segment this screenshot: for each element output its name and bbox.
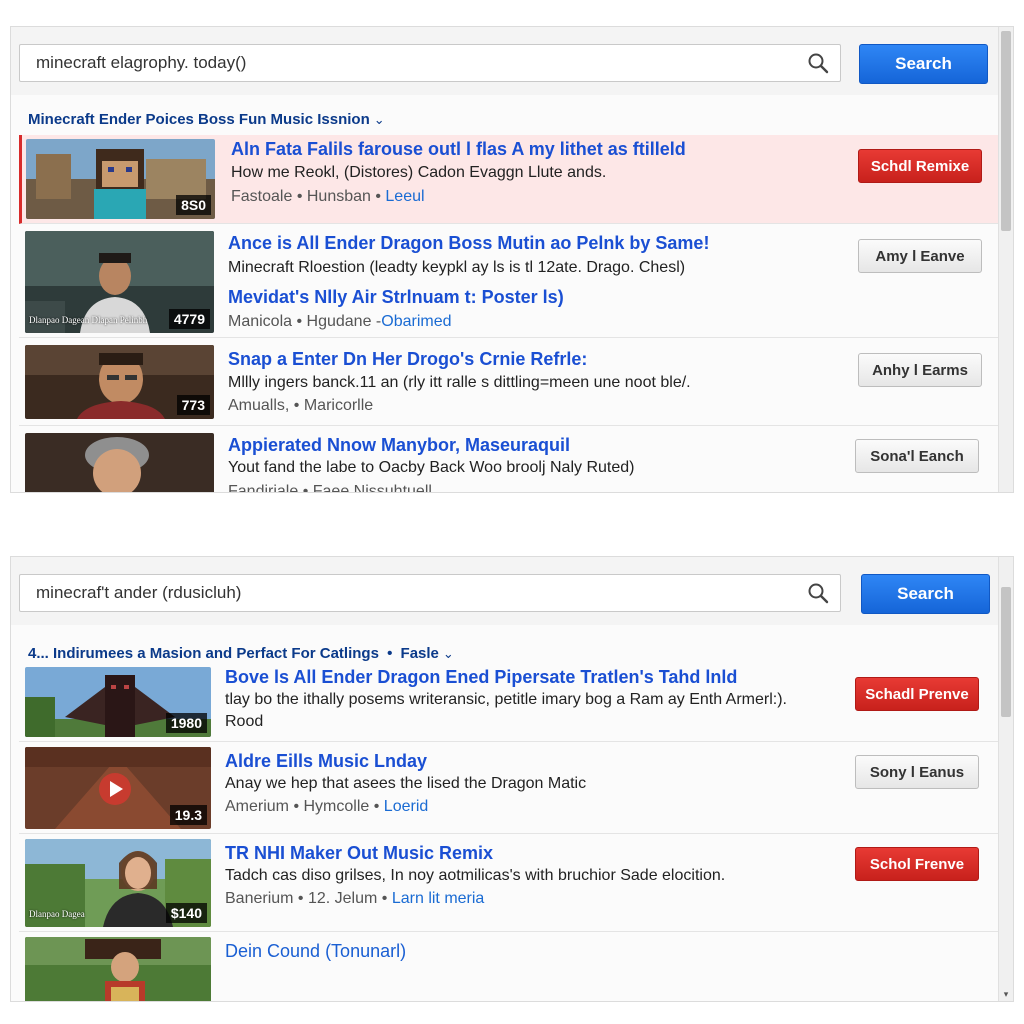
video-duration: 19.3 xyxy=(169,805,207,825)
video-thumbnail[interactable]: 8S0 xyxy=(26,139,215,219)
result-title[interactable]: Aln Fata Falils farouse outl l flas A my… xyxy=(231,139,686,160)
result-row[interactable]: Appierated Nnow Manybor, Maseuraquil You… xyxy=(19,429,999,493)
result-title[interactable]: Snap a Enter Dn Her Drogo's Crnie Refrle… xyxy=(228,349,587,370)
result-meta: Manicola • Hgudane -Obarimed xyxy=(228,313,452,331)
result-action-button[interactable]: Sony l Eanus xyxy=(855,755,979,789)
result-channel: Amerium • Hymcolle • xyxy=(225,798,380,815)
video-thumbnail[interactable]: Dlanpao Dagean Dlapan Pelinbh 4779 xyxy=(25,231,214,333)
video-duration: 773 xyxy=(176,395,210,415)
scrollbar[interactable] xyxy=(998,27,1013,492)
results-panel-top: Search Minecraft Ender Poices Boss Fun M… xyxy=(10,26,1014,493)
results-panel-bottom: Search 4... Indirumees a Masion and Perf… xyxy=(10,556,1014,1002)
search-input[interactable] xyxy=(19,574,841,612)
result-action-button[interactable]: Schol Frenve xyxy=(855,847,979,881)
result-title[interactable]: TR NHI Maker Out Music Remix xyxy=(225,843,493,864)
result-title[interactable]: Bove ls All Ender Dragon Ened Pipersate … xyxy=(225,667,737,688)
search-icon[interactable] xyxy=(807,52,829,74)
result-row[interactable]: Dlanpao Dagea $140 TR NHI Maker Out Musi… xyxy=(19,837,999,932)
result-meta: Fandiriale • Faee Nissuhtuell xyxy=(228,483,432,493)
filter-label: Minecraft Ender Poices Boss Fun Music Is… xyxy=(28,111,370,128)
result-description: Anay we hep that asees the lised the Dra… xyxy=(225,775,587,792)
result-description-line2: Rood xyxy=(225,713,264,730)
filter-label: 4... Indirumees a Masion and Perfact For… xyxy=(28,645,379,662)
result-row[interactable]: 8S0 Aln Fata Falils farouse outl l flas … xyxy=(19,135,999,224)
result-action-button[interactable]: Sona'l Eanch xyxy=(855,439,979,473)
video-thumbnail[interactable]: Dlanpao Dagea $140 xyxy=(25,839,211,927)
search-input[interactable] xyxy=(19,44,841,82)
video-thumbnail[interactable]: 1980 xyxy=(25,667,211,737)
result-action-button[interactable]: Schdl Remixe xyxy=(858,149,982,183)
result-channel: Manicola • Hgudane - xyxy=(228,313,382,330)
thumbnail-caption: Dlanpao Dagea xyxy=(29,909,85,919)
filter-dropdown[interactable]: 4... Indirumees a Masion and Perfact For… xyxy=(28,645,454,662)
chevron-down-icon: ⌄ xyxy=(373,112,385,127)
video-thumbnail[interactable] xyxy=(25,937,211,1001)
result-meta: Banerium • 12. Jelum • Larn lit meria xyxy=(225,890,484,908)
result-row[interactable]: 19.3 Aldre Eills Music Lnday Anay we hep… xyxy=(19,745,999,834)
result-description: Tadch cas diso grilses, In noy aotmilica… xyxy=(225,867,726,884)
result-description: How me Reokl, (Distores) Cadon Evaggn Ll… xyxy=(231,164,607,181)
search-bar: Search xyxy=(11,557,999,625)
scrollbar-thumb[interactable] xyxy=(1001,587,1011,717)
video-thumbnail[interactable] xyxy=(25,433,214,492)
scrollbar-thumb[interactable] xyxy=(1001,31,1011,231)
scroll-down-arrow-icon[interactable]: ▾ xyxy=(999,987,1013,1001)
result-title[interactable]: Aldre Eills Music Lnday xyxy=(225,751,427,772)
result-description: tlay bo the ithally posems writeransic, … xyxy=(225,691,787,708)
result-action-button[interactable]: Schadl Prenve xyxy=(855,677,979,711)
scrollbar[interactable]: ▾ xyxy=(998,557,1013,1001)
result-channel: Banerium • 12. Jelum • xyxy=(225,890,388,907)
result-action-button[interactable]: Amy l Eanve xyxy=(858,239,982,273)
video-duration: 8S0 xyxy=(176,195,211,215)
result-meta-link[interactable]: Loerid xyxy=(384,798,428,815)
video-duration: 1980 xyxy=(165,713,207,733)
video-thumbnail[interactable]: 19.3 xyxy=(25,747,211,829)
result-description: Yout fand the labe to Oacby Back Woo bro… xyxy=(228,459,635,476)
result-meta: Amerium • Hymcolle • Loerid xyxy=(225,798,428,816)
search-button[interactable]: Search xyxy=(861,574,990,614)
result-row[interactable]: 773 Snap a Enter Dn Her Drogo's Crnie Re… xyxy=(19,341,999,426)
video-duration: 4779 xyxy=(168,309,210,329)
chevron-down-icon: ⌄ xyxy=(442,646,454,661)
video-thumbnail[interactable]: 773 xyxy=(25,345,214,419)
result-row[interactable]: Dein Cound (Tonunarl) xyxy=(19,935,999,1001)
result-description: Mllly ingers banck.11 an (rly itt ralle … xyxy=(228,374,691,391)
result-action-button[interactable]: Anhy l Earms xyxy=(858,353,982,387)
search-button[interactable]: Search xyxy=(859,44,988,84)
thumbnail-caption: Dlanpao Dagean Dlapan Pelinbh xyxy=(29,315,148,325)
result-row[interactable]: Dlanpao Dagean Dlapan Pelinbh 4779 Ance … xyxy=(19,227,999,338)
result-channel: Fastoale • Hunsban • xyxy=(231,188,381,205)
result-meta-link[interactable]: Leeul xyxy=(385,188,424,205)
result-row[interactable]: 1980 Bove ls All Ender Dragon Ened Piper… xyxy=(19,665,999,742)
filter-extra: Fasle xyxy=(400,645,439,662)
result-meta-link[interactable]: Obarimed xyxy=(381,313,451,330)
result-meta: Amualls, • Maricorlle xyxy=(228,397,374,414)
result-meta-link[interactable]: Larn lit meria xyxy=(392,890,484,907)
result-title[interactable]: Dein Cound (Tonunarl) xyxy=(225,941,406,962)
video-duration: $140 xyxy=(165,903,207,923)
result-description: Minecraft Rloestion (leadty keypkl ay ls… xyxy=(228,259,686,276)
filter-dropdown[interactable]: Minecraft Ender Poices Boss Fun Music Is… xyxy=(28,111,385,128)
search-bar: Search xyxy=(11,27,999,95)
search-icon[interactable] xyxy=(807,582,829,604)
result-title[interactable]: Ance is All Ender Dragon Boss Mutin ao P… xyxy=(228,233,709,254)
result-title[interactable]: Appierated Nnow Manybor, Maseuraquil xyxy=(228,435,570,456)
result-meta: Fastoale • Hunsban • Leeul xyxy=(231,188,425,206)
result-subtitle[interactable]: Mevidat's Nlly Air Strlnuam t: Poster ls… xyxy=(228,287,564,308)
